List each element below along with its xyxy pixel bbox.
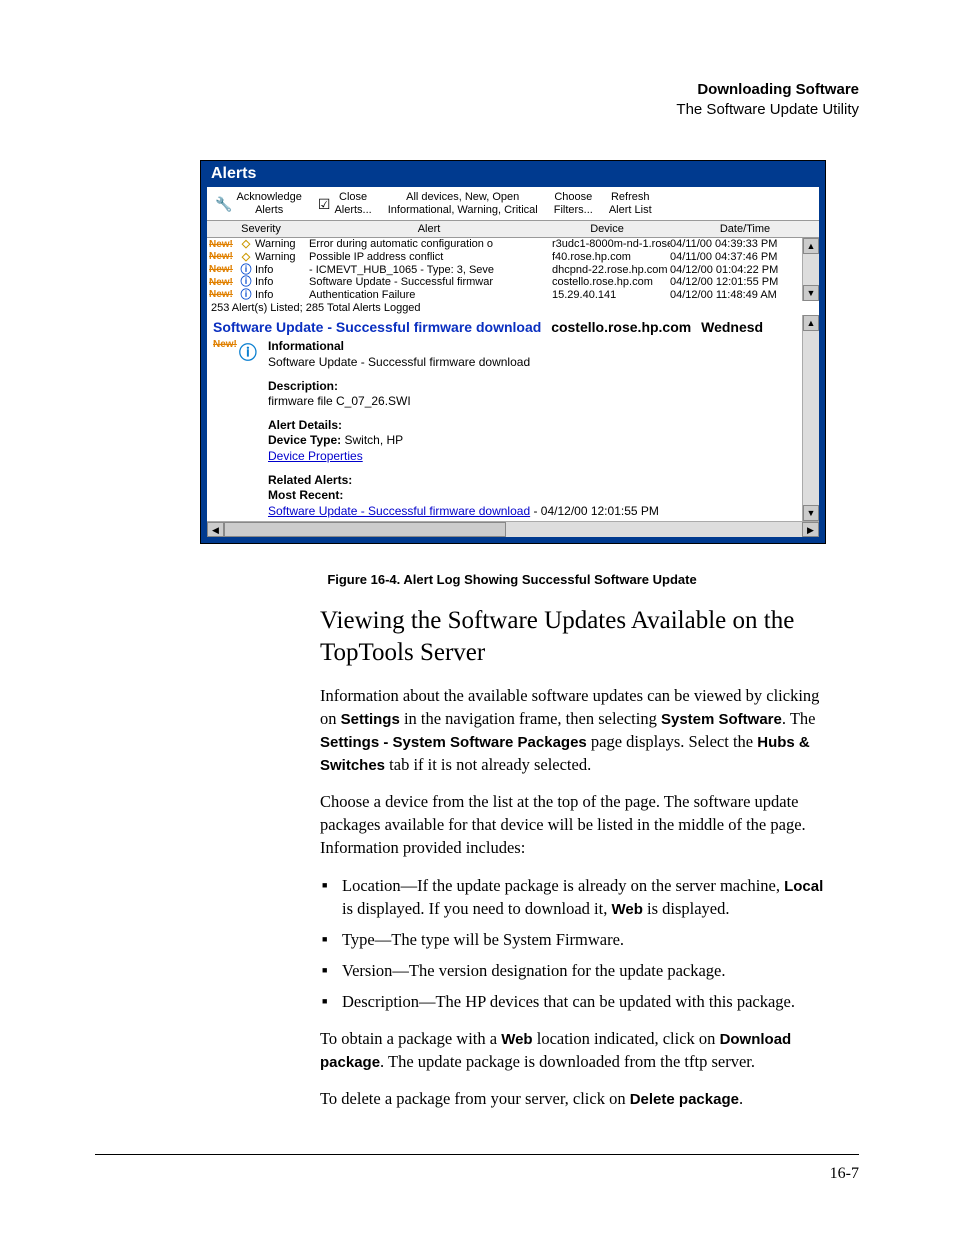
col-severity[interactable]: Severity bbox=[207, 221, 315, 237]
info-icon bbox=[239, 264, 253, 277]
window-title: Alerts bbox=[201, 161, 825, 187]
table-row[interactable]: New! Info - ICMEVT_HUB_1065 - Type: 3, S… bbox=[207, 264, 802, 277]
detail-vertical-scrollbar[interactable]: ▲ ▼ bbox=[802, 315, 819, 521]
header-subtitle: The Software Update Utility bbox=[676, 100, 859, 120]
list-item: Type—The type will be System Firmware. bbox=[342, 928, 834, 951]
warning-icon bbox=[239, 238, 253, 251]
page-header: Downloading Software The Software Update… bbox=[676, 80, 859, 121]
info-icon bbox=[239, 289, 253, 302]
table-row[interactable]: New! Warning Error during automatic conf… bbox=[207, 238, 802, 251]
paragraph: To obtain a package with a Web location … bbox=[320, 1027, 834, 1073]
checkbox-icon: ☑ bbox=[318, 196, 331, 212]
scroll-up-icon[interactable]: ▲ bbox=[803, 238, 819, 254]
device-properties-link[interactable]: Device Properties bbox=[268, 449, 363, 463]
toolbar: 🔧 Acknowledge Alerts ☑ Close Alerts... A… bbox=[207, 187, 819, 221]
most-recent-label: Most Recent: bbox=[268, 488, 343, 502]
horizontal-scrollbar[interactable]: ◀ ▶ bbox=[207, 521, 819, 537]
column-headers: Severity Alert Device Date/Time bbox=[207, 221, 819, 238]
col-alert[interactable]: Alert bbox=[315, 221, 543, 237]
scroll-left-icon[interactable]: ◀ bbox=[207, 522, 224, 537]
scroll-right-icon[interactable]: ▶ bbox=[802, 522, 819, 537]
alerts-window: Alerts 🔧 Acknowledge Alerts ☑ Close Aler… bbox=[200, 160, 826, 544]
filter-summary: All devices, New, Open Informational, Wa… bbox=[380, 189, 546, 218]
table-row[interactable]: New! Warning Possible IP address conflic… bbox=[207, 251, 802, 264]
scroll-down-icon[interactable]: ▼ bbox=[803, 505, 819, 521]
vertical-scrollbar[interactable]: ▲ ▼ bbox=[802, 238, 819, 301]
paragraph: Choose a device from the list at the top… bbox=[320, 790, 834, 859]
status-bar: 253 Alert(s) Listed; 285 Total Alerts Lo… bbox=[207, 301, 819, 315]
informational-text: Software Update - Successful firmware do… bbox=[268, 355, 530, 369]
informational-label: Informational bbox=[268, 339, 344, 353]
related-alerts-label: Related Alerts: bbox=[268, 473, 352, 487]
description-text: firmware file C_07_26.SWI bbox=[268, 394, 411, 408]
alert-detail-pane: Software Update - Successful firmware do… bbox=[207, 315, 802, 521]
ack-icon: 🔧 bbox=[215, 196, 232, 212]
info-icon: ⓘ bbox=[239, 339, 257, 365]
footer-rule bbox=[95, 1154, 859, 1155]
choose-filters-button[interactable]: Choose Filters... bbox=[546, 189, 601, 218]
col-device[interactable]: Device bbox=[543, 221, 671, 237]
paragraph: Information about the available software… bbox=[320, 684, 834, 776]
acknowledge-alerts-button[interactable]: 🔧 Acknowledge Alerts bbox=[207, 189, 310, 218]
figure-caption: Figure 16-4. Alert Log Showing Successfu… bbox=[200, 572, 824, 587]
related-alert-link[interactable]: Software Update - Successful firmware do… bbox=[268, 504, 530, 518]
paragraph: To delete a package from your server, cl… bbox=[320, 1087, 834, 1110]
scroll-thumb[interactable] bbox=[224, 522, 506, 537]
page-number: 16-7 bbox=[830, 1165, 859, 1183]
device-type-label: Device Type: bbox=[268, 433, 341, 447]
list-item: Description—The HP devices that can be u… bbox=[342, 990, 834, 1013]
detail-severity-badge: New!ⓘ bbox=[213, 339, 268, 521]
table-row[interactable]: New! Info Authentication Failure 15.29.4… bbox=[207, 289, 802, 302]
list-item: Location—If the update package is alread… bbox=[342, 874, 834, 920]
col-datetime[interactable]: Date/Time bbox=[671, 221, 819, 237]
list-item: Version—The version designation for the … bbox=[342, 959, 834, 982]
section-heading: Viewing the Software Updates Available o… bbox=[320, 605, 834, 668]
alert-rows: New! Warning Error during automatic conf… bbox=[207, 238, 802, 301]
info-icon bbox=[239, 276, 253, 289]
scroll-down-icon[interactable]: ▼ bbox=[803, 285, 819, 301]
body-text: Viewing the Software Updates Available o… bbox=[320, 605, 834, 1110]
warning-icon bbox=[239, 251, 253, 264]
close-alerts-button[interactable]: ☑ Close Alerts... bbox=[310, 189, 380, 218]
refresh-button[interactable]: Refresh Alert List bbox=[601, 189, 660, 218]
table-row[interactable]: New! Info Software Update - Successful f… bbox=[207, 276, 802, 289]
header-title: Downloading Software bbox=[676, 80, 859, 100]
detail-title: Software Update - Successful firmware do… bbox=[213, 319, 796, 335]
alert-details-label: Alert Details: bbox=[268, 418, 342, 432]
bullet-list: Location—If the update package is alread… bbox=[320, 874, 834, 1013]
scroll-up-icon[interactable]: ▲ bbox=[803, 315, 819, 331]
description-label: Description: bbox=[268, 379, 338, 393]
